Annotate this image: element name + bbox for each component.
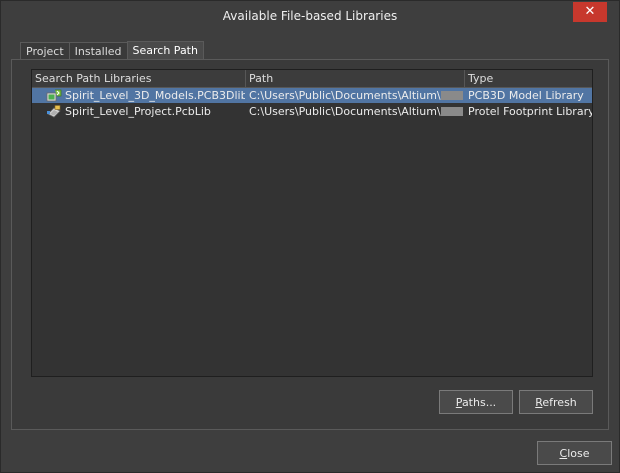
- library-name: Spirit_Level_3D_Models.PCB3Dlib: [65, 89, 245, 102]
- table-row[interactable]: Spirit_Level_Project.PcbLib C:\Users\Pub…: [32, 104, 592, 119]
- dialog-window: Available File-based Libraries ✕ Project…: [0, 0, 620, 473]
- column-header-path[interactable]: Path: [246, 70, 465, 87]
- pcb3d-library-icon: [46, 89, 62, 102]
- close-window-button[interactable]: ✕: [573, 2, 607, 22]
- dialog-title: Available File-based Libraries: [222, 9, 398, 23]
- library-path: C:\Users\Public\Documents\Altium\E: [249, 88, 463, 103]
- redacted-text: [440, 107, 463, 116]
- tab-search-path[interactable]: Search Path: [126, 41, 204, 60]
- close-icon: ✕: [584, 4, 596, 19]
- grid-header: Search Path Libraries Path Type: [32, 70, 592, 88]
- refresh-button[interactable]: Refresh: [519, 390, 593, 414]
- title-bar: Available File-based Libraries ✕: [1, 1, 619, 33]
- libraries-grid[interactable]: Search Path Libraries Path Type Spirit_L…: [31, 69, 593, 377]
- redacted-text: [440, 91, 463, 100]
- table-row[interactable]: Spirit_Level_3D_Models.PCB3Dlib C:\Users…: [32, 88, 592, 103]
- pcb-footprint-library-icon: [47, 105, 61, 118]
- library-name: Spirit_Level_Project.PcbLib: [65, 105, 211, 118]
- library-type: Protel Footprint Library: [468, 105, 592, 118]
- paths-button[interactable]: Paths...: [439, 390, 513, 414]
- tab-installed[interactable]: Installed: [68, 42, 128, 60]
- column-header-type[interactable]: Type: [465, 70, 592, 87]
- library-path: C:\Users\Public\Documents\Altium\E: [249, 104, 463, 119]
- tab-strip: Project Installed Search Path: [20, 41, 204, 60]
- tab-panel: Search Path Libraries Path Type Spirit_L…: [11, 59, 609, 430]
- close-button[interactable]: Close: [537, 441, 612, 465]
- tab-project[interactable]: Project: [20, 42, 70, 60]
- library-type: PCB3D Model Library: [468, 89, 584, 102]
- column-header-search-path-libraries[interactable]: Search Path Libraries: [32, 70, 246, 87]
